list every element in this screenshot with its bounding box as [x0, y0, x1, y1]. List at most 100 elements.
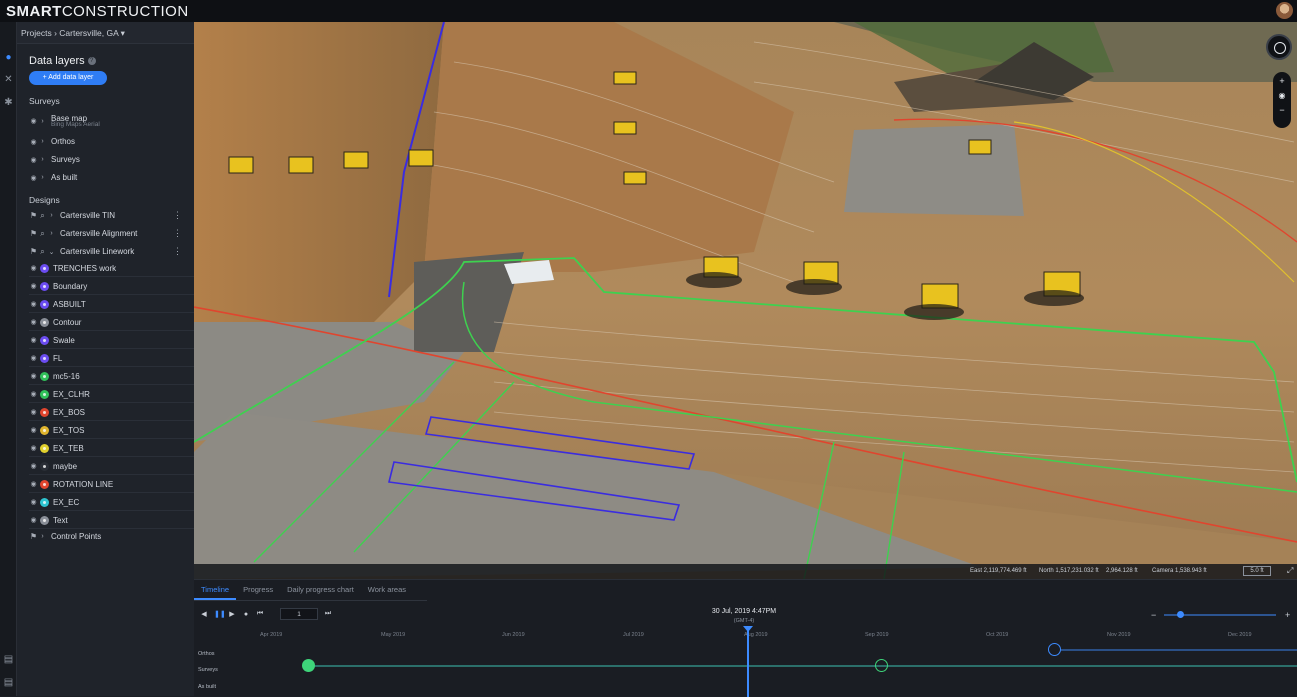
- survey-row[interactable]: ◉ › Base map Bing Maps Aerial: [29, 110, 194, 132]
- record-icon[interactable]: ●: [242, 611, 250, 618]
- timeline-cursor[interactable]: [747, 628, 749, 697]
- playback-controls: ◀ ❚❚ ▶ ● ⏮ ⏭: [200, 608, 332, 620]
- coordinate-readout: East 2,119,774.469 ft North 1,517,231.03…: [194, 564, 1297, 579]
- add-data-layer-button[interactable]: + Add data layer: [29, 71, 107, 85]
- timeline-zoom-in-icon[interactable]: +: [1285, 610, 1290, 620]
- survey-row[interactable]: ◉ › Orthos: [29, 133, 194, 150]
- site-aerial-view: [194, 22, 1297, 579]
- zoom-to-icon[interactable]: ⌕: [38, 247, 47, 257]
- visibility-eye-icon[interactable]: ◉: [29, 426, 38, 434]
- tab-daily-progress-chart[interactable]: Daily progress chart: [280, 580, 361, 600]
- layer-row[interactable]: ◉ EX_CLHR: [29, 386, 194, 403]
- layer-row[interactable]: ◉ maybe: [29, 458, 194, 475]
- chevron-right-icon[interactable]: ›: [38, 533, 47, 540]
- fullscreen-icon[interactable]: ⤢: [1287, 566, 1293, 576]
- tab-work-areas[interactable]: Work areas: [361, 580, 413, 600]
- track-label-orthos: Orthos: [198, 651, 215, 657]
- design-row[interactable]: ⚑ ⌕ › Cartersville TIN ⋮: [29, 207, 194, 224]
- visibility-eye-icon[interactable]: ◉: [29, 462, 38, 470]
- visibility-eye-icon[interactable]: ◉: [29, 117, 38, 125]
- layer-row[interactable]: ◉ Text: [29, 512, 194, 529]
- tab-progress[interactable]: Progress: [236, 580, 280, 600]
- more-options-icon[interactable]: ⋮: [173, 228, 182, 239]
- settings-icon[interactable]: ✱: [3, 97, 14, 108]
- ortho-milestone[interactable]: [1048, 643, 1061, 656]
- layer-row[interactable]: ◉ Swale: [29, 332, 194, 349]
- zoom-in-icon[interactable]: +: [1273, 76, 1291, 86]
- chevron-right-icon[interactable]: ›: [38, 156, 47, 163]
- layer-row[interactable]: ◉ Boundary: [29, 278, 194, 295]
- chevron-right-icon[interactable]: ›: [47, 212, 56, 219]
- map-viewport[interactable]: [194, 22, 1297, 579]
- fast-forward-icon[interactable]: ⏭: [324, 610, 332, 618]
- layer-row[interactable]: ◉ Contour: [29, 314, 194, 331]
- visibility-eye-icon[interactable]: ◉: [29, 300, 38, 308]
- help-icon[interactable]: ?: [87, 57, 96, 66]
- layer-row[interactable]: ◉ ASBUILT: [29, 296, 194, 313]
- pause-icon[interactable]: ❚❚: [214, 610, 226, 618]
- survey-milestone-start[interactable]: [302, 659, 315, 672]
- user-avatar[interactable]: [1276, 2, 1293, 19]
- visibility-eye-icon[interactable]: ◉: [29, 408, 38, 416]
- visibility-eye-icon[interactable]: ◉: [29, 336, 38, 344]
- zoom-out-icon[interactable]: −: [1273, 105, 1291, 115]
- survey-row[interactable]: ◉ › As built: [29, 169, 194, 186]
- layer-color-swatch: [40, 515, 49, 525]
- visibility-eye-icon[interactable]: ◉: [29, 138, 38, 146]
- layer-row[interactable]: ◉ EX_TEB: [29, 440, 194, 457]
- survey-milestone[interactable]: [875, 659, 888, 672]
- layer-label: ASBUILT: [53, 299, 86, 309]
- timeline-zoom-out-icon[interactable]: −: [1151, 610, 1156, 620]
- visibility-eye-icon[interactable]: ◉: [29, 264, 38, 272]
- visibility-eye-icon[interactable]: ◉: [29, 444, 38, 452]
- design-row[interactable]: ⚑ ⌕ ⌄ Cartersville Linework ⋮: [29, 243, 194, 260]
- layer-row[interactable]: ◉ EX_EC: [29, 494, 194, 511]
- visibility-eye-icon[interactable]: ◉: [29, 354, 38, 362]
- more-options-icon[interactable]: ⋮: [173, 210, 182, 221]
- compass-control[interactable]: [1266, 34, 1292, 60]
- visibility-eye-icon[interactable]: ◉: [29, 372, 38, 380]
- tab-timeline[interactable]: Timeline: [194, 580, 237, 600]
- chevron-right-icon[interactable]: ›: [38, 118, 47, 125]
- camera-icon[interactable]: ◉: [1273, 91, 1291, 100]
- month-tick-label: Sep 2019: [865, 632, 889, 638]
- chevron-down-icon[interactable]: ⌄: [47, 248, 56, 256]
- design-label: Cartersville TIN: [60, 211, 115, 220]
- rewind-icon[interactable]: ⏮: [256, 610, 264, 618]
- visibility-eye-icon[interactable]: ◉: [29, 282, 38, 290]
- layer-color-swatch: [40, 281, 49, 291]
- zoom-to-icon[interactable]: ⌕: [38, 229, 47, 239]
- play-icon[interactable]: ▶: [228, 610, 236, 618]
- playback-speed-input[interactable]: [280, 608, 318, 620]
- layer-row[interactable]: ◉ mc5-16: [29, 368, 194, 385]
- chevron-right-icon[interactable]: ›: [38, 138, 47, 145]
- zoom-to-icon[interactable]: ⌕: [38, 211, 47, 221]
- timeline-zoom-thumb[interactable]: [1176, 611, 1184, 618]
- control-points-row[interactable]: ⚑ › Control Points: [29, 528, 194, 545]
- visibility-eye-icon[interactable]: ◉: [29, 318, 38, 326]
- chevron-right-icon[interactable]: ›: [38, 174, 47, 181]
- visibility-eye-icon[interactable]: ◉: [29, 480, 38, 488]
- visibility-eye-icon[interactable]: ◉: [29, 498, 38, 506]
- layer-row[interactable]: ◉ ROTATION LINE: [29, 476, 194, 493]
- visibility-eye-icon[interactable]: ◉: [29, 156, 38, 164]
- brand-logo[interactable]: SMARTCONSTRUCTION: [6, 3, 189, 20]
- layers-icon[interactable]: ●: [3, 52, 14, 63]
- visibility-eye-icon[interactable]: ◉: [29, 516, 38, 524]
- timeline-cursor-handle[interactable]: [743, 626, 753, 632]
- layer-row[interactable]: ◉ TRENCHES work: [29, 260, 194, 277]
- layer-row[interactable]: ◉ FL: [29, 350, 194, 367]
- report-icon[interactable]: ▤: [3, 677, 14, 688]
- more-options-icon[interactable]: ⋮: [173, 246, 182, 257]
- step-back-icon[interactable]: ◀: [200, 610, 208, 618]
- survey-row[interactable]: ◉ › Surveys: [29, 151, 194, 168]
- tools-icon[interactable]: ✕: [3, 74, 14, 85]
- design-row[interactable]: ⚑ ⌕ › Cartersville Alignment ⋮: [29, 225, 194, 242]
- visibility-eye-icon[interactable]: ◉: [29, 390, 38, 398]
- visibility-eye-icon[interactable]: ◉: [29, 174, 38, 182]
- layer-row[interactable]: ◉ EX_BOS: [29, 404, 194, 421]
- document-icon[interactable]: ▤: [3, 654, 14, 665]
- layer-row[interactable]: ◉ EX_TOS: [29, 422, 194, 439]
- chevron-right-icon[interactable]: ›: [47, 230, 56, 237]
- breadcrumb[interactable]: Projects › Cartersville, GA ▾: [17, 22, 194, 44]
